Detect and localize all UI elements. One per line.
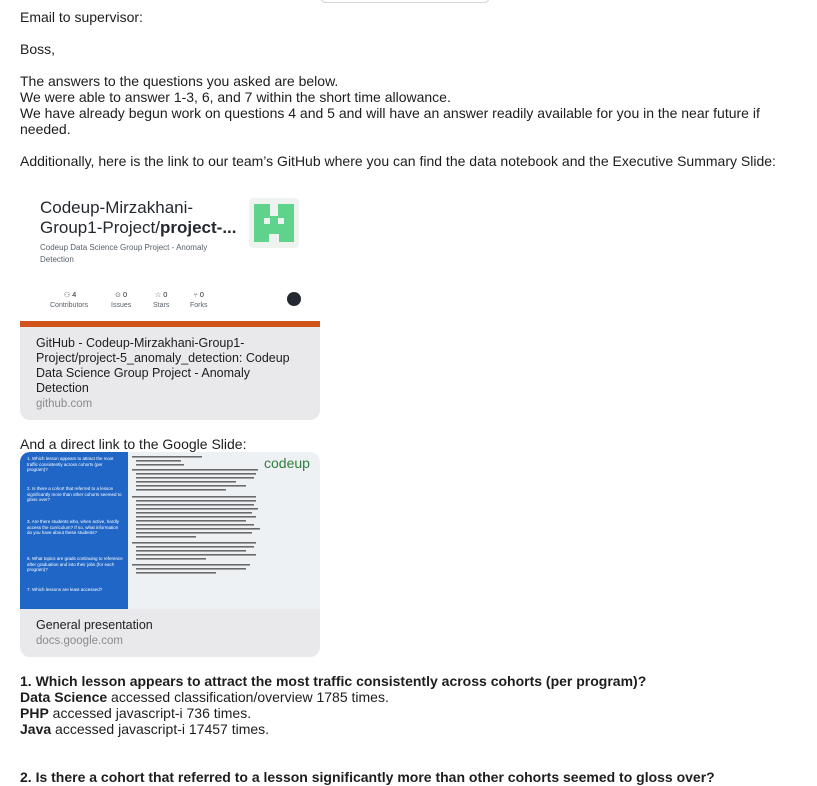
stat-forks: ⑂ 0 Forks bbox=[190, 290, 208, 309]
issue-icon: ⊙ bbox=[115, 292, 121, 299]
question-1: 1. Which lesson appears to attract the m… bbox=[20, 673, 647, 689]
slide-question: 2. Is there a cohort that referred to a … bbox=[27, 486, 122, 503]
question-2: 2. Is there a cohort that referred to a … bbox=[20, 769, 715, 785]
github-card-domain: github.com bbox=[36, 398, 93, 410]
slide-question: 6. What topics are grads continuing to r… bbox=[27, 556, 123, 573]
slide-question: 3. Are there students who, when active, … bbox=[27, 519, 120, 536]
star-icon: ☆ bbox=[154, 292, 162, 299]
slide-preview-image: 1. Which lesson appears to attract the m… bbox=[20, 452, 320, 609]
toolbar-edge bbox=[320, 0, 490, 3]
stat-contributors: ⚇ 4 Contributors bbox=[50, 290, 89, 309]
google-slide-link-card[interactable]: 1. Which lesson appears to attract the m… bbox=[20, 452, 320, 657]
repo-description: Codeup Data Science Group Project - Anom… bbox=[40, 243, 208, 264]
fork-icon: ⑂ bbox=[193, 292, 198, 299]
answer-row: Java accessed javascript-i 17457 times. bbox=[20, 721, 270, 737]
stat-stars: ☆ 0 Stars bbox=[153, 290, 170, 309]
accent-bar bbox=[20, 321, 320, 327]
answer-row: PHP accessed javascript-i 736 times. bbox=[20, 705, 252, 721]
slide-question-panel: 1. Which lesson appears to attract the m… bbox=[20, 452, 128, 609]
slide-intro: And a direct link to the Google Slide: bbox=[20, 436, 247, 452]
email-body: Email to supervisor: Boss, The answers t… bbox=[20, 9, 805, 785]
github-logo-icon bbox=[287, 292, 301, 306]
email-paragraph-line: The answers to the questions you asked a… bbox=[20, 73, 339, 89]
people-icon: ⚇ bbox=[63, 292, 71, 299]
identicon bbox=[249, 198, 299, 248]
github-card-title: GitHub - Codeup-Mirzakhani-Group1-Projec… bbox=[36, 336, 290, 395]
codeup-logo: codeup bbox=[264, 455, 310, 471]
email-heading: Email to supervisor: bbox=[20, 9, 143, 25]
email-paragraph-line: We have already begun work on questions … bbox=[20, 105, 764, 137]
repo-name: Codeup-Mirzakhani- Group1-Project/projec… bbox=[40, 198, 237, 237]
github-card-meta: GitHub - Codeup-Mirzakhani-Group1-Projec… bbox=[20, 327, 320, 420]
slide-question: 1. Which lesson appears to attract the m… bbox=[27, 456, 114, 473]
slide-question: 7. Which lessons are least accessed? bbox=[27, 587, 103, 592]
answer-row: Data Science accessed classification/ove… bbox=[20, 689, 389, 705]
github-preview-image: Codeup-Mirzakhani- Group1-Project/projec… bbox=[20, 177, 320, 327]
github-link-card[interactable]: Codeup-Mirzakhani- Group1-Project/projec… bbox=[20, 177, 320, 420]
slide-card-domain: docs.google.com bbox=[36, 635, 123, 647]
slide-card-meta: General presentation docs.google.com bbox=[20, 609, 320, 657]
email-paragraph-line: We were able to answer 1-3, 6, and 7 wit… bbox=[20, 89, 451, 105]
github-intro: Additionally, here is the link to our te… bbox=[20, 153, 776, 169]
slide-card-title: General presentation bbox=[36, 618, 153, 632]
stat-issues: ⊙ 0 Issues bbox=[111, 290, 132, 309]
slide-answer-text bbox=[132, 454, 318, 606]
email-greeting: Boss, bbox=[20, 41, 56, 57]
